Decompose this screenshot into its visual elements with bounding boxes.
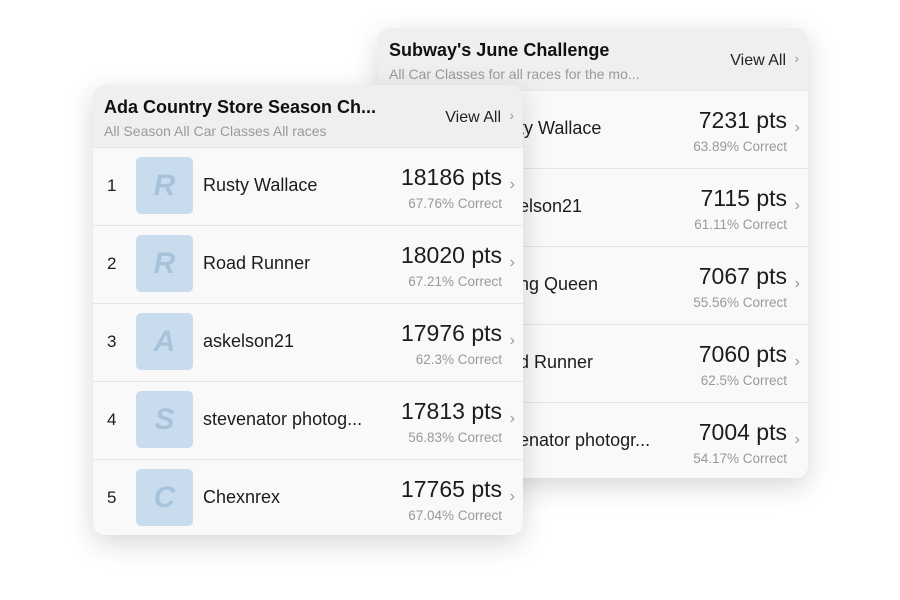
points: 7060 pts xyxy=(698,341,787,367)
points: 17813 pts xyxy=(400,398,502,424)
card-subtitle: All Car Classes for all races for the mo… xyxy=(389,66,640,82)
chevron-right-icon: › xyxy=(794,197,800,214)
rank: 2 xyxy=(107,254,117,273)
points: 18186 pts xyxy=(400,164,502,190)
rank: 1 xyxy=(107,176,117,195)
points: 7115 pts xyxy=(700,185,787,211)
chevron-right-icon: › xyxy=(794,119,800,136)
view-all-button[interactable]: View All xyxy=(445,109,501,127)
chevron-right-icon: › xyxy=(794,431,800,448)
chevron-right-icon: › xyxy=(794,275,800,292)
percent-correct: 67.76% Correct xyxy=(408,196,502,211)
percent-correct: 67.04% Correct xyxy=(408,508,502,523)
card-title: Subway's June Challenge xyxy=(389,40,610,60)
percent-correct: 62.5% Correct xyxy=(700,373,787,388)
percent-correct: 61.11% Correct xyxy=(694,217,787,232)
player-name: stevenator photog... xyxy=(203,409,363,429)
chevron-right-icon: › xyxy=(509,107,514,123)
chevron-right-icon: › xyxy=(509,176,515,193)
points: 7067 pts xyxy=(698,263,787,289)
rank: 3 xyxy=(107,332,117,351)
player-name: Rusty Wallace xyxy=(203,175,318,195)
view-all-button[interactable]: View All xyxy=(730,52,786,70)
percent-correct: 56.83% Correct xyxy=(408,430,502,445)
points: 7231 pts xyxy=(698,107,787,133)
chevron-right-icon: › xyxy=(794,353,800,370)
avatar: S xyxy=(136,391,193,448)
points: 17976 pts xyxy=(400,320,502,346)
percent-correct: 67.21% Correct xyxy=(408,274,502,289)
avatar: C xyxy=(136,469,193,526)
player-name: enator photogr... xyxy=(519,430,651,450)
player-name: Chexnrex xyxy=(203,487,281,507)
points: 17765 pts xyxy=(400,476,502,502)
percent-correct: 63.89% Correct xyxy=(693,139,787,154)
leaderboard-row[interactable]: 5 C Chexnrex 17765 pts 67.04% Correct › xyxy=(93,459,523,535)
chevron-right-icon: › xyxy=(509,332,515,349)
avatar: R xyxy=(136,235,193,292)
percent-correct: 54.17% Correct xyxy=(693,451,787,466)
player-name: d Runner xyxy=(519,352,594,372)
leaderboard-row[interactable]: 4 Sstevenator photog... 17813 pts 56.83% Co… xyxy=(93,381,523,459)
leaderboard-row[interactable]: 2 R Road Runner 18020 pts 67.21% Correct › xyxy=(93,225,523,303)
percent-correct: 62.3% Correct xyxy=(415,352,502,367)
percent-correct: 55.56% Correct xyxy=(693,295,787,310)
chevron-right-icon: › xyxy=(509,410,515,427)
avatar: R xyxy=(136,157,193,214)
rank: 5 xyxy=(107,488,117,507)
player-name: ng Queen xyxy=(519,274,599,294)
rank: 4 xyxy=(107,410,117,429)
card-title: Ada Country Store Season Ch... xyxy=(104,97,377,117)
avatar: A xyxy=(136,313,193,370)
chevron-right-icon: › xyxy=(509,488,515,505)
points: 7004 pts xyxy=(698,419,787,445)
card-header: Ada Country Store Season Ch... All Seaso… xyxy=(93,85,523,147)
player-name: ty Wallace xyxy=(519,118,602,138)
card-header: Subway's June Challenge All Car Classes … xyxy=(378,28,808,90)
chevron-right-icon: › xyxy=(794,50,799,66)
points: 18020 pts xyxy=(400,242,502,268)
leaderboard-row[interactable]: 3 Aaskelson21 17976 pts 62.3% Correct › xyxy=(93,303,523,381)
chevron-right-icon: › xyxy=(509,254,515,271)
player-name: Road Runner xyxy=(203,253,311,273)
player-name: askelson21 xyxy=(203,331,295,351)
player-name: elson21 xyxy=(519,196,583,216)
card-subtitle: All Season All Car Classes All races xyxy=(104,123,327,139)
leaderboard-card-ada: Ada Country Store Season Ch... All Seaso… xyxy=(93,85,523,535)
leaderboard-row[interactable]: 1 R Rusty Wallace 18186 pts 67.76% Correct › xyxy=(93,147,523,225)
